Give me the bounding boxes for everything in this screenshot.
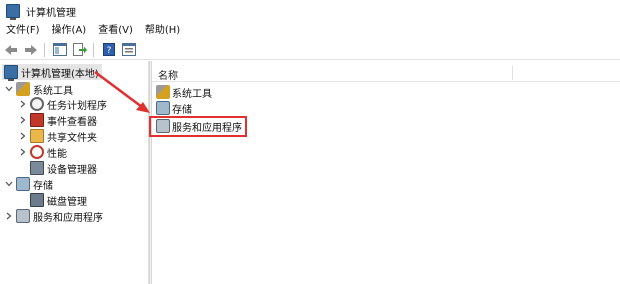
annotation-highlight-box (149, 116, 247, 137)
menu-view[interactable]: 查看(V) (92, 22, 139, 40)
tree-item-label: 事件查看器 (47, 116, 97, 128)
computer-management-app-icon (6, 4, 20, 20)
window-title: 计算机管理 (26, 7, 76, 19)
device-manager-icon (30, 161, 44, 175)
chevron-right-icon[interactable] (18, 147, 28, 157)
toolbar: ? (0, 40, 620, 60)
tree-item-device-manager[interactable]: 设备管理器 (28, 160, 97, 176)
tree-item-label: 共享文件夹 (47, 132, 97, 144)
disk-icon (30, 193, 44, 207)
chevron-right-icon[interactable] (18, 115, 28, 125)
chevron-right-icon[interactable] (18, 131, 28, 141)
tree-item-label: 性能 (47, 148, 67, 160)
list-item-label: 存储 (172, 104, 192, 116)
column-name-header[interactable]: 名称 (158, 67, 178, 82)
list-item-storage[interactable]: 存储 (156, 100, 192, 116)
performance-icon (30, 145, 44, 159)
back-arrow-icon (5, 44, 17, 55)
forward-arrow-icon (25, 44, 37, 55)
shared-folder-icon (30, 129, 44, 143)
results-pane: 名称 系统工具 存储 服务和应用程序 (152, 61, 620, 284)
list-item-label: 系统工具 (172, 88, 212, 100)
tree-item-storage[interactable]: 存储 (4, 176, 53, 192)
list-item-system-tools[interactable]: 系统工具 (156, 84, 212, 100)
menu-bar: 文件(F) 操作(A) 查看(V) 帮助(H) (0, 22, 620, 40)
chevron-down-icon[interactable] (4, 84, 14, 94)
back-button[interactable] (2, 41, 20, 59)
show-hide-console-tree-button[interactable] (51, 41, 69, 59)
menu-help[interactable]: 帮助(H) (139, 22, 186, 40)
chevron-right-icon[interactable] (18, 99, 28, 109)
event-log-icon (30, 113, 44, 127)
chevron-right-icon[interactable] (4, 211, 14, 221)
menu-file[interactable]: 文件(F) (0, 22, 46, 40)
services-icon (16, 209, 30, 223)
tree-item-label: 计算机管理(本地) (21, 68, 99, 80)
export-list-icon (73, 43, 87, 56)
tree-item-task-scheduler[interactable]: 任务计划程序 (18, 96, 107, 112)
tree-item-shared-folders[interactable]: 共享文件夹 (18, 128, 97, 144)
forward-button[interactable] (22, 41, 40, 59)
storage-icon (16, 177, 30, 191)
storage-icon (156, 101, 170, 115)
properties-button[interactable] (120, 41, 138, 59)
column-separator[interactable] (512, 66, 513, 80)
tools-icon (16, 82, 30, 96)
title-bar: 计算机管理 (0, 0, 620, 22)
tree-item-computer-management[interactable]: 计算机管理(本地) (2, 64, 102, 81)
tree-item-label: 系统工具 (33, 85, 73, 97)
tree-item-label: 存储 (33, 180, 53, 192)
tree-item-label: 磁盘管理 (47, 196, 87, 208)
list-column-header[interactable]: 名称 (152, 64, 620, 82)
toolbar-separator (44, 42, 45, 57)
tree-item-disk-management[interactable]: 磁盘管理 (28, 192, 87, 208)
clock-icon (30, 97, 44, 111)
tree-item-label: 服务和应用程序 (33, 212, 103, 224)
properties-icon (122, 43, 136, 56)
tree-item-services-and-applications[interactable]: 服务和应用程序 (4, 208, 103, 224)
export-list-button[interactable] (71, 41, 89, 59)
tree-item-label: 任务计划程序 (47, 100, 107, 112)
help-icon: ? (103, 43, 115, 56)
chevron-down-icon[interactable] (4, 179, 14, 189)
tree-item-label: 设备管理器 (47, 164, 97, 176)
menu-action[interactable]: 操作(A) (46, 22, 93, 40)
tools-icon (156, 85, 170, 99)
tree-item-event-viewer[interactable]: 事件查看器 (18, 112, 97, 128)
computer-icon (4, 65, 18, 81)
console-tree-pane: 计算机管理(本地) 系统工具 任务计划程序 事件查看器 共享文件夹 性能 设备管… (0, 61, 149, 284)
tree-item-system-tools[interactable]: 系统工具 (4, 81, 73, 97)
console-tree-icon (53, 43, 67, 56)
svg-text:?: ? (107, 46, 112, 56)
toolbar-separator (93, 42, 94, 57)
help-button[interactable]: ? (100, 41, 118, 59)
tree-item-performance[interactable]: 性能 (18, 144, 67, 160)
